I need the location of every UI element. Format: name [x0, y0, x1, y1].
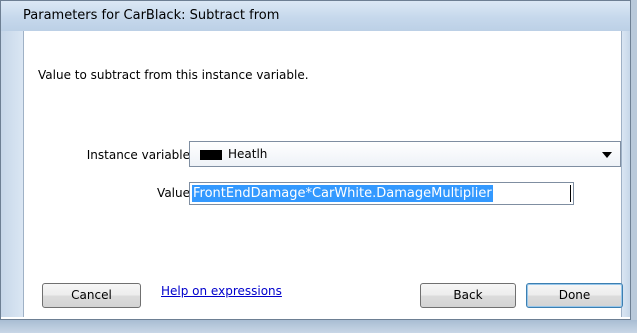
value-label: Value: [157, 186, 190, 200]
instance-variable-select[interactable]: Heatlh: [189, 141, 621, 167]
color-swatch: [200, 150, 222, 160]
dialog-content: Value to subtract from this instance var…: [23, 31, 623, 317]
window-title: Parameters for CarBlack: Subtract from: [23, 8, 280, 23]
text-caret: [570, 185, 571, 202]
chevron-down-icon[interactable]: [602, 152, 612, 158]
done-button[interactable]: Done: [526, 283, 623, 308]
taskbar-strip: [0, 320, 637, 333]
instance-variable-label: Instance variable: [86, 148, 190, 162]
value-input[interactable]: FrontEndDamage*CarWhite.DamageMultiplier: [189, 182, 574, 205]
help-on-expressions-link[interactable]: Help on expressions: [161, 284, 282, 298]
window-frame-right: [622, 31, 630, 317]
title-bar[interactable]: Parameters for CarBlack: Subtract from: [1, 1, 630, 32]
instance-variable-selected: Heatlh: [228, 147, 268, 161]
dialog-window: Parameters for CarBlack: Subtract from V…: [0, 0, 631, 320]
back-button[interactable]: Back: [420, 283, 516, 308]
window-frame-left: [1, 31, 23, 317]
cancel-button[interactable]: Cancel: [42, 283, 141, 308]
value-input-selected-text: FrontEndDamage*CarWhite.DamageMultiplier: [192, 185, 493, 202]
parameter-description: Value to subtract from this instance var…: [38, 68, 309, 82]
